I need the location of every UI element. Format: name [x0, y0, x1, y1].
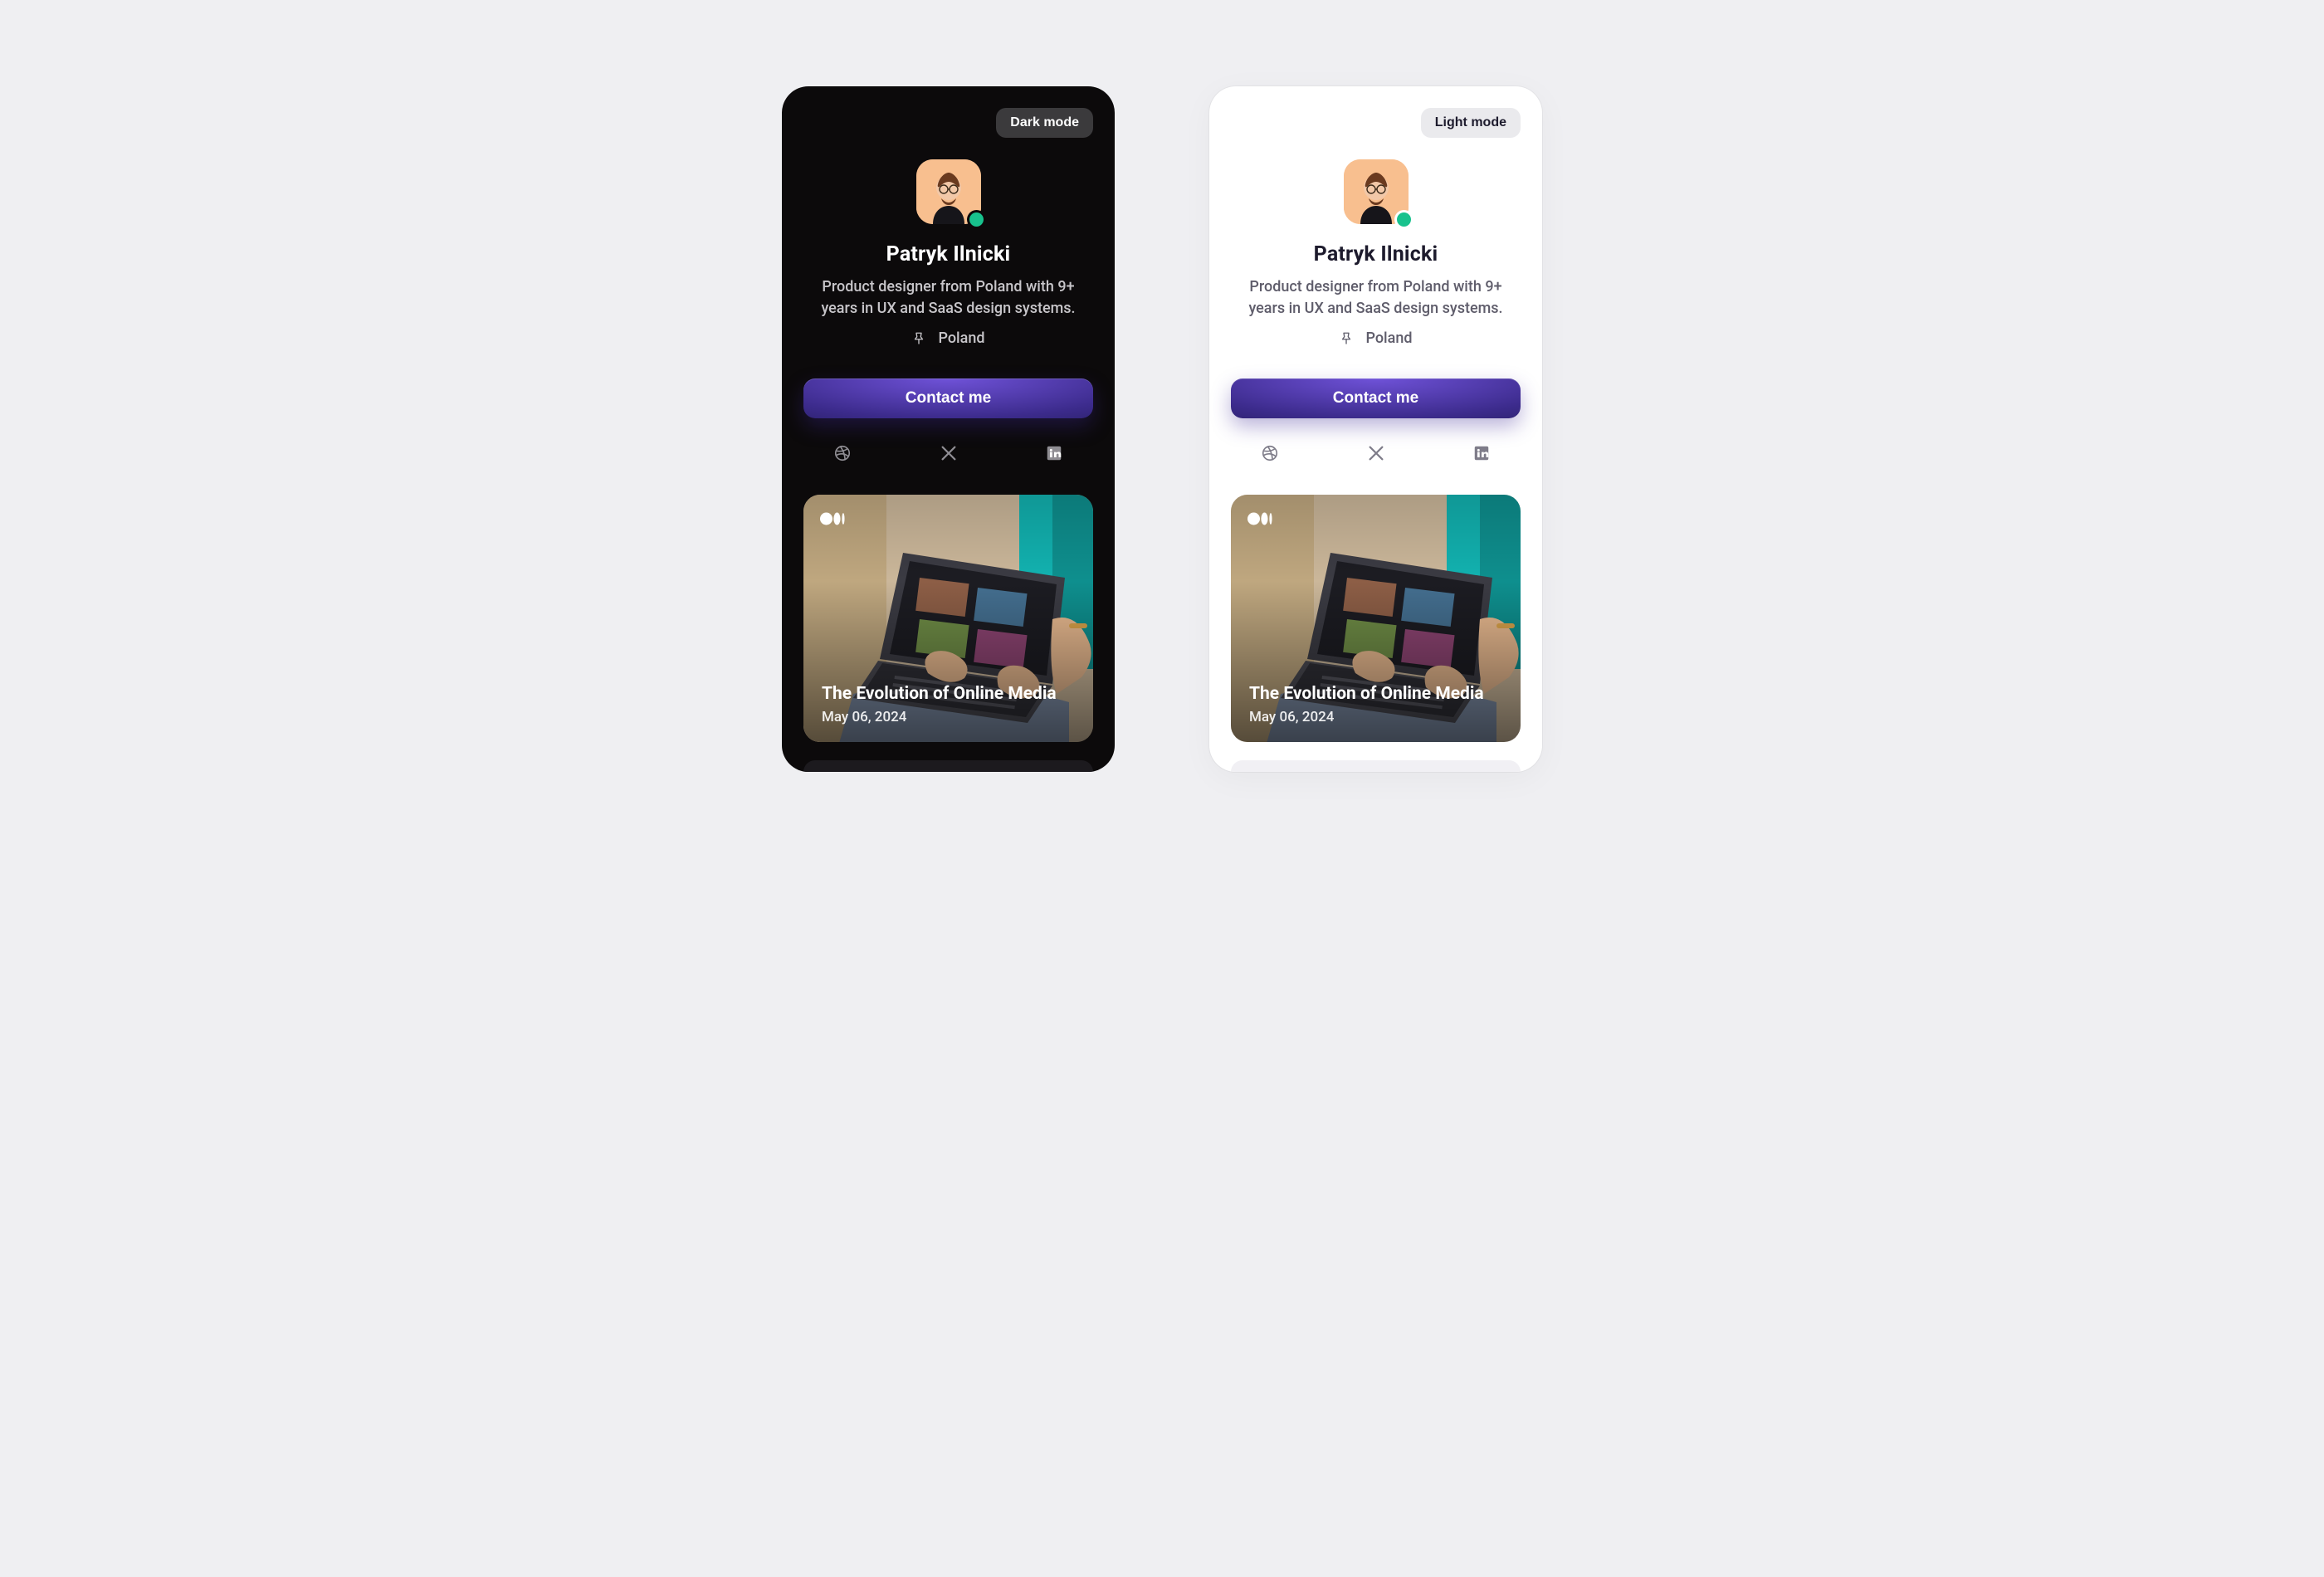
social-row: [832, 443, 1064, 463]
profile-card-dark: Dark mode Patryk Ilnicki Product designe…: [782, 86, 1115, 772]
dribbble-icon[interactable]: [1260, 443, 1280, 463]
profile-card-light: Light mode Patryk Ilnicki Product design…: [1209, 86, 1542, 772]
next-card-peek: [1231, 760, 1521, 772]
theme-toggle-button[interactable]: Dark mode: [996, 108, 1093, 138]
x-twitter-icon[interactable]: [1366, 443, 1386, 463]
profile-bio: Product designer from Poland with 9+ yea…: [1231, 276, 1521, 320]
pin-icon: [1339, 330, 1354, 347]
location-label: Poland: [1365, 330, 1412, 347]
avatar: [1344, 159, 1409, 224]
status-dot-icon: [1397, 212, 1411, 227]
avatar: [916, 159, 981, 224]
linkedin-icon[interactable]: [1472, 443, 1492, 463]
dribbble-icon[interactable]: [832, 443, 852, 463]
medium-icon: [820, 511, 845, 530]
theme-toggle-row: Light mode: [1231, 108, 1521, 138]
location-row: Poland: [1339, 330, 1412, 347]
article-title: The Evolution of Online Media: [1249, 684, 1484, 704]
profile-name: Patryk Ilnicki: [1314, 242, 1438, 266]
article-text: The Evolution of Online Media May 06, 20…: [1249, 684, 1484, 725]
article-text: The Evolution of Online Media May 06, 20…: [822, 684, 1057, 725]
article-card[interactable]: The Evolution of Online Media May 06, 20…: [803, 495, 1093, 742]
contact-button[interactable]: Contact me: [803, 378, 1093, 418]
status-dot-icon: [969, 212, 984, 227]
location-label: Poland: [938, 330, 984, 347]
theme-toggle-button[interactable]: Light mode: [1421, 108, 1521, 138]
article-card[interactable]: The Evolution of Online Media May 06, 20…: [1231, 495, 1521, 742]
article-date: May 06, 2024: [822, 709, 1057, 725]
x-twitter-icon[interactable]: [939, 443, 959, 463]
location-row: Poland: [911, 330, 984, 347]
contact-button[interactable]: Contact me: [1231, 378, 1521, 418]
social-row: [1260, 443, 1492, 463]
profile-bio: Product designer from Poland with 9+ yea…: [803, 276, 1093, 320]
medium-icon: [1247, 511, 1272, 530]
pin-icon: [911, 330, 926, 347]
linkedin-icon[interactable]: [1044, 443, 1064, 463]
article-title: The Evolution of Online Media: [822, 684, 1057, 704]
profile-name: Patryk Ilnicki: [886, 242, 1011, 266]
theme-toggle-row: Dark mode: [803, 108, 1093, 138]
next-card-peek: [803, 760, 1093, 772]
article-date: May 06, 2024: [1249, 709, 1484, 725]
